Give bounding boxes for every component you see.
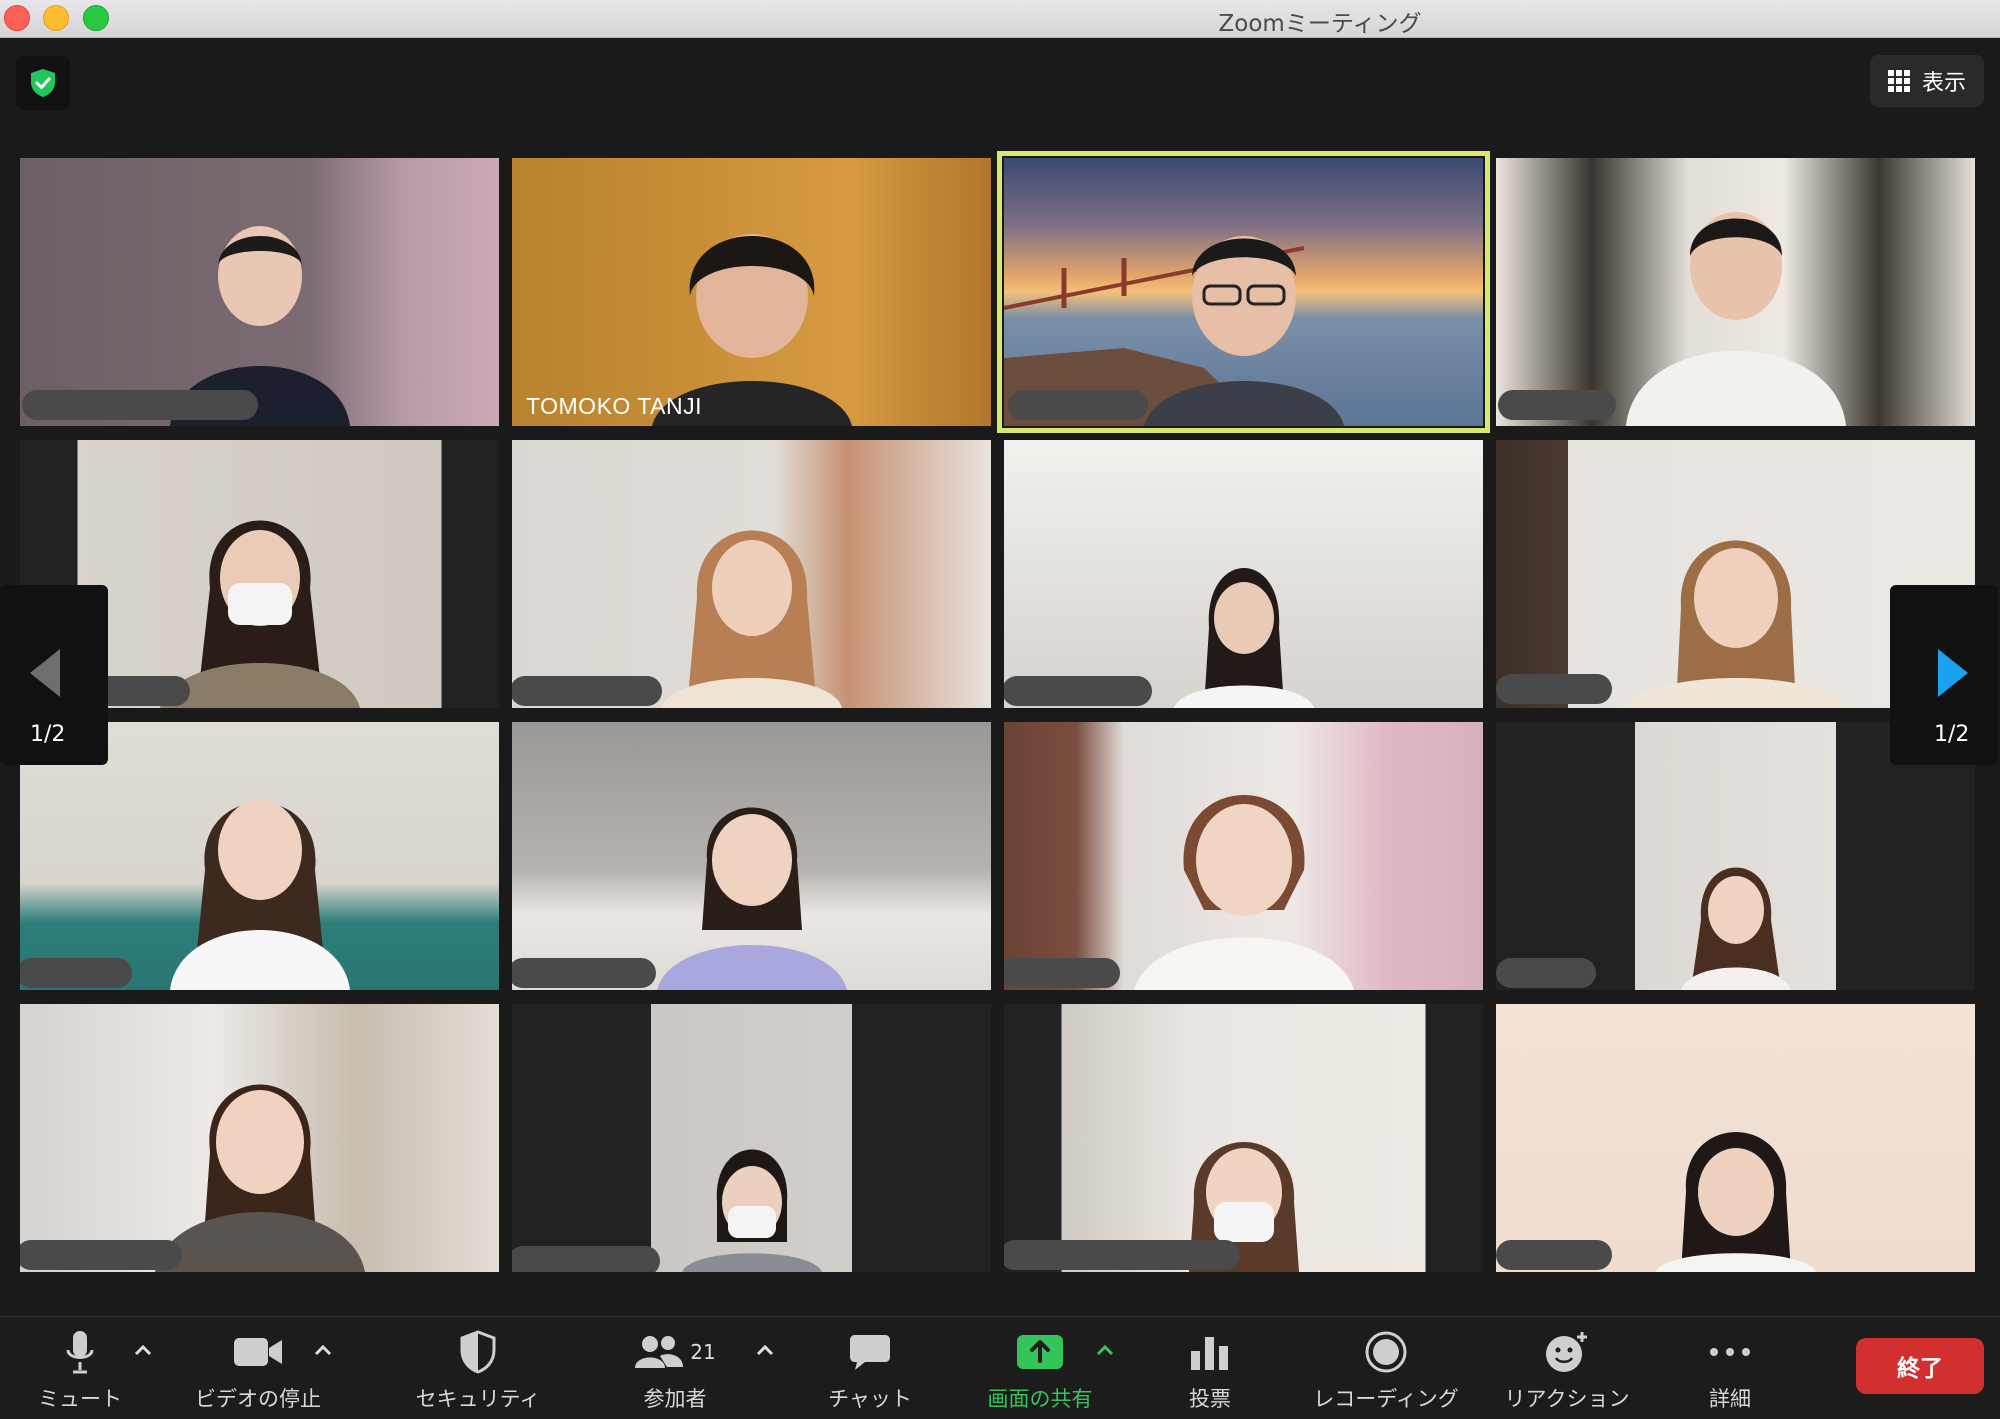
name-redaction: [1496, 1240, 1612, 1270]
participant-video: [1625, 212, 1846, 426]
emoji-add-icon: [1546, 1332, 1587, 1372]
chevron-right-icon: [1938, 649, 1968, 697]
participant-video: [1173, 568, 1314, 708]
name-redaction: [1004, 676, 1152, 706]
participants-count: 21: [690, 1340, 716, 1364]
reaction-button[interactable]: リアクション: [1492, 1327, 1642, 1413]
name-redaction: [1496, 674, 1612, 704]
security-button[interactable]: セキュリティ: [408, 1327, 548, 1413]
name-redaction: [512, 676, 662, 706]
participant-tile[interactable]: [1496, 158, 1975, 426]
share-options-caret[interactable]: [1096, 1337, 1114, 1361]
participant-video: [1133, 795, 1354, 990]
chat-button-label: チャット: [828, 1387, 912, 1411]
next-page-button[interactable]: 1/2: [1890, 585, 1998, 765]
name-redaction: [22, 390, 258, 420]
more-button-label: 詳細: [1709, 1387, 1751, 1411]
share-screen-button[interactable]: 画面の共有: [980, 1327, 1100, 1413]
reaction-button-label: リアクション: [1504, 1387, 1630, 1411]
participants-button[interactable]: 21 参加者: [620, 1327, 730, 1413]
participant-tile[interactable]: [1004, 722, 1483, 990]
participant-tile[interactable]: [20, 158, 499, 426]
poll-button-label: 投票: [1189, 1387, 1231, 1411]
participant-video: [656, 807, 847, 990]
participant-video: [661, 530, 842, 708]
participant-tile[interactable]: TOMOKO TANJI: [512, 158, 991, 426]
microphone-icon: [66, 1331, 94, 1374]
participant-tile-active-speaker[interactable]: [997, 151, 1490, 433]
record-button[interactable]: レコーディング: [1306, 1327, 1466, 1413]
participant-name-label: TOMOKO TANJI: [526, 393, 702, 419]
chevron-left-icon: [30, 649, 60, 697]
name-redaction: [1496, 958, 1596, 988]
participants-options-caret[interactable]: [756, 1337, 774, 1361]
chevron-up-icon: [1096, 1344, 1114, 1356]
chat-bubble-icon: [850, 1335, 890, 1370]
chat-button[interactable]: チャット: [810, 1327, 930, 1413]
page-indicator: 1/2: [30, 722, 66, 747]
name-redaction: [512, 958, 656, 988]
name-redaction: [20, 1240, 182, 1270]
poll-button[interactable]: 投票: [1160, 1327, 1260, 1413]
name-redaction: [1004, 1240, 1240, 1270]
name-redaction: [1008, 390, 1148, 420]
security-button-label: セキュリティ: [415, 1387, 541, 1411]
mute-button-label: ミュート: [38, 1387, 122, 1411]
end-meeting-button[interactable]: 終了: [1856, 1338, 1984, 1394]
share-screen-icon: [1017, 1335, 1063, 1369]
participant-video: [1625, 540, 1846, 708]
name-redaction: [1004, 958, 1120, 988]
record-icon: [1365, 1331, 1407, 1373]
participant-video: [154, 1084, 365, 1272]
ellipsis-icon: [1710, 1348, 1750, 1356]
record-button-label: レコーディング: [1313, 1387, 1459, 1411]
stop-video-button-label: ビデオの停止: [195, 1387, 321, 1411]
participant-video: [1655, 1132, 1816, 1272]
chevron-up-icon: [756, 1344, 774, 1356]
participant-video: [169, 800, 350, 990]
bar-chart-icon: [1191, 1337, 1228, 1370]
more-button[interactable]: 詳細: [1680, 1327, 1780, 1413]
shield-icon: [460, 1330, 496, 1374]
participants-icon: [635, 1336, 684, 1368]
chevron-up-icon: [134, 1344, 152, 1356]
participants-button-label: 参加者: [643, 1387, 707, 1411]
stop-video-button[interactable]: ビデオの停止: [188, 1327, 328, 1413]
participant-tile[interactable]: [1004, 440, 1483, 708]
meeting-toolbar: ミュート ビデオの停止 セキュリティ 21 参加者 チャット 画面の共有 投票 …: [0, 1316, 2000, 1419]
previous-page-button[interactable]: 1/2: [0, 585, 108, 765]
participant-tile[interactable]: [512, 722, 991, 990]
participant-tile[interactable]: [512, 440, 991, 708]
participant-tile[interactable]: [20, 1004, 499, 1272]
participant-tile[interactable]: [1496, 1004, 1975, 1272]
share-screen-button-label: 画面の共有: [987, 1387, 1093, 1411]
mute-button[interactable]: ミュート: [30, 1327, 130, 1413]
participant-video: [1188, 1142, 1299, 1272]
participant-tile[interactable]: [512, 1004, 991, 1272]
gallery-grid: TOMOKO TANJI: [0, 0, 2000, 1300]
chevron-up-icon: [314, 1344, 332, 1356]
participant-video: [1143, 236, 1344, 426]
video-options-caret[interactable]: [314, 1337, 332, 1361]
audio-options-caret[interactable]: [134, 1337, 152, 1361]
participant-tile[interactable]: [1004, 1004, 1483, 1272]
video-camera-icon: [234, 1338, 282, 1366]
name-redaction: [512, 1246, 660, 1272]
participant-video: [159, 520, 360, 708]
name-redaction: [1498, 390, 1616, 420]
name-redaction: [20, 958, 132, 988]
page-indicator: 1/2: [1934, 722, 1970, 747]
participant-video: [681, 1149, 822, 1272]
participant-video: [1680, 867, 1791, 990]
